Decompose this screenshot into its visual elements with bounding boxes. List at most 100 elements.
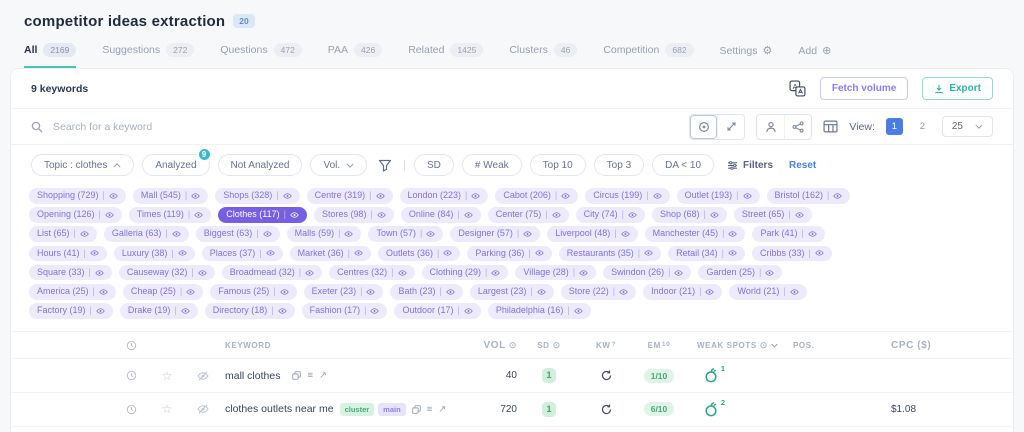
tag-pill[interactable]: Shopping (729) |: [29, 188, 126, 204]
serp-list-icon[interactable]: ≡: [427, 404, 433, 415]
eye-icon[interactable]: [95, 269, 104, 276]
eye-icon[interactable]: [579, 269, 588, 276]
tag-pill[interactable]: Exeter (23) |: [303, 283, 384, 300]
tag-pill[interactable]: Stores (98) |: [313, 207, 394, 223]
filter-top10-pill[interactable]: Top 10: [529, 154, 586, 176]
eye-icon[interactable]: [446, 289, 455, 295]
eye-icon[interactable]: [370, 308, 380, 314]
eye-icon[interactable]: [471, 193, 481, 199]
eye-icon[interactable]: [180, 308, 190, 314]
eye-icon[interactable]: [96, 308, 105, 314]
filter-topic-pill[interactable]: Topic : clothes: [31, 154, 135, 176]
tag-pill[interactable]: Shops (328) |: [215, 188, 300, 204]
reset-link[interactable]: Reset: [789, 160, 816, 171]
tag-pill[interactable]: Online (84) |: [400, 207, 481, 223]
eye-icon[interactable]: [620, 231, 630, 237]
keyword-text[interactable]: clothes outlets near me: [225, 403, 334, 415]
eye-icon[interactable]: [537, 289, 546, 295]
tag-pill[interactable]: Circus (199) |: [585, 188, 670, 204]
eye-icon[interactable]: [561, 193, 570, 199]
tab-competition[interactable]: Competition 682: [603, 43, 694, 68]
eye-icon[interactable]: [344, 231, 354, 237]
tag-pill[interactable]: Center (75) |: [487, 207, 569, 223]
page-size-select[interactable]: 25: [941, 116, 993, 137]
share-icon[interactable]: [784, 114, 811, 139]
tag-pill[interactable]: Shop (68) |: [651, 207, 727, 223]
eye-icon[interactable]: [366, 289, 376, 295]
funnel-icon[interactable]: [375, 159, 395, 172]
eye-icon[interactable]: [191, 193, 200, 199]
tab-paa[interactable]: PAA 426: [328, 43, 383, 68]
eye-icon[interactable]: [705, 289, 715, 295]
open-external-icon[interactable]: ↗: [438, 404, 446, 415]
eye-icon[interactable]: [279, 289, 289, 295]
tab-add[interactable]: Add ⊕: [798, 45, 831, 66]
eye-icon[interactable]: [178, 250, 187, 257]
keyword-column-header[interactable]: KEYWORD: [225, 341, 471, 350]
tag-pill[interactable]: Cheap (25) |: [122, 283, 204, 300]
tag-pill[interactable]: City (74) |: [575, 207, 645, 223]
eye-slash-icon[interactable]: [195, 404, 211, 414]
tab-all[interactable]: All 2169: [24, 43, 77, 68]
export-button[interactable]: Export: [922, 77, 993, 100]
tag-pill[interactable]: Liverpool (48) |: [547, 226, 638, 243]
tab-clusters[interactable]: Clusters 46: [509, 43, 578, 68]
vol-column-header[interactable]: VOL ⊙: [471, 340, 517, 351]
star-icon[interactable]: ☆: [159, 402, 175, 416]
eye-icon[interactable]: [815, 250, 824, 257]
tag-pill[interactable]: Places (37) |: [201, 245, 283, 262]
eye-icon[interactable]: [523, 231, 532, 237]
tag-pill[interactable]: Philadelphia (16) |: [487, 303, 591, 319]
eye-icon[interactable]: [397, 269, 407, 276]
history-icon[interactable]: [123, 404, 139, 415]
eye-icon[interactable]: [728, 250, 737, 257]
tag-pill[interactable]: Outdoor (17) |: [394, 303, 481, 319]
filter-top3-pill[interactable]: Top 3: [593, 154, 645, 176]
tag-pill[interactable]: Square (33) |: [29, 264, 112, 281]
tag-pill[interactable]: Centres (32) |: [329, 264, 415, 281]
eye-icon[interactable]: [109, 193, 118, 199]
eye-icon[interactable]: [262, 231, 272, 237]
expand-icon[interactable]: [717, 114, 744, 139]
cpc-column-header[interactable]: CPC ($): [885, 340, 1013, 351]
user-icon[interactable]: [757, 115, 784, 139]
filters-toggle[interactable]: Filters: [727, 160, 773, 171]
fetch-volume-button[interactable]: Fetch volume: [819, 77, 909, 100]
tag-pill[interactable]: Bristol (162) |: [766, 188, 851, 204]
tag-pill[interactable]: London (223) |: [399, 188, 489, 204]
tag-pill[interactable]: Opening (126) |: [29, 207, 122, 223]
search-input[interactable]: [53, 120, 680, 133]
eye-icon[interactable]: [628, 212, 637, 218]
eye-icon[interactable]: [172, 231, 181, 237]
tag-pill[interactable]: Broadmead (32) |: [221, 264, 323, 281]
eye-icon[interactable]: [198, 269, 207, 276]
translate-icon[interactable]: A: [789, 80, 806, 97]
table-icon[interactable]: [823, 120, 838, 133]
kw-column-header[interactable]: KW?: [581, 341, 631, 350]
filter-da-pill[interactable]: DA < 10: [652, 154, 714, 176]
tag-pill[interactable]: Designer (57) |: [450, 226, 541, 243]
tag-pill[interactable]: Clothes (117) |: [218, 207, 307, 223]
eye-icon[interactable]: [464, 308, 473, 314]
tag-pill[interactable]: Luxury (38) |: [113, 245, 195, 262]
tag-pill[interactable]: Directory (18) |: [204, 303, 295, 319]
weak-spot-apple-icon[interactable]: 1: [703, 364, 725, 384]
weak-spots-column-header[interactable]: WEAK SPOTS ⊙: [687, 340, 779, 351]
eye-icon[interactable]: [90, 250, 99, 257]
target-icon[interactable]: [690, 114, 718, 139]
serp-list-icon[interactable]: ≡: [307, 370, 313, 381]
tag-pill[interactable]: Factory (19) |: [29, 303, 113, 319]
tag-pill[interactable]: Famous (25) |: [210, 283, 297, 300]
tag-pill[interactable]: Parking (36) |: [467, 245, 552, 262]
eye-icon[interactable]: [305, 269, 314, 276]
view-page-1[interactable]: 1: [885, 118, 903, 135]
tag-pill[interactable]: Garden (25) |: [698, 264, 783, 281]
tag-pill[interactable]: Town (57) |: [368, 226, 444, 243]
eye-icon[interactable]: [282, 193, 292, 199]
eye-icon[interactable]: [80, 231, 89, 237]
eye-icon[interactable]: [463, 212, 473, 218]
refresh-icon[interactable]: [601, 404, 612, 415]
eye-slash-icon[interactable]: [195, 371, 211, 381]
keyword-text[interactable]: mall clothes: [225, 370, 280, 382]
eye-icon[interactable]: [105, 212, 114, 218]
